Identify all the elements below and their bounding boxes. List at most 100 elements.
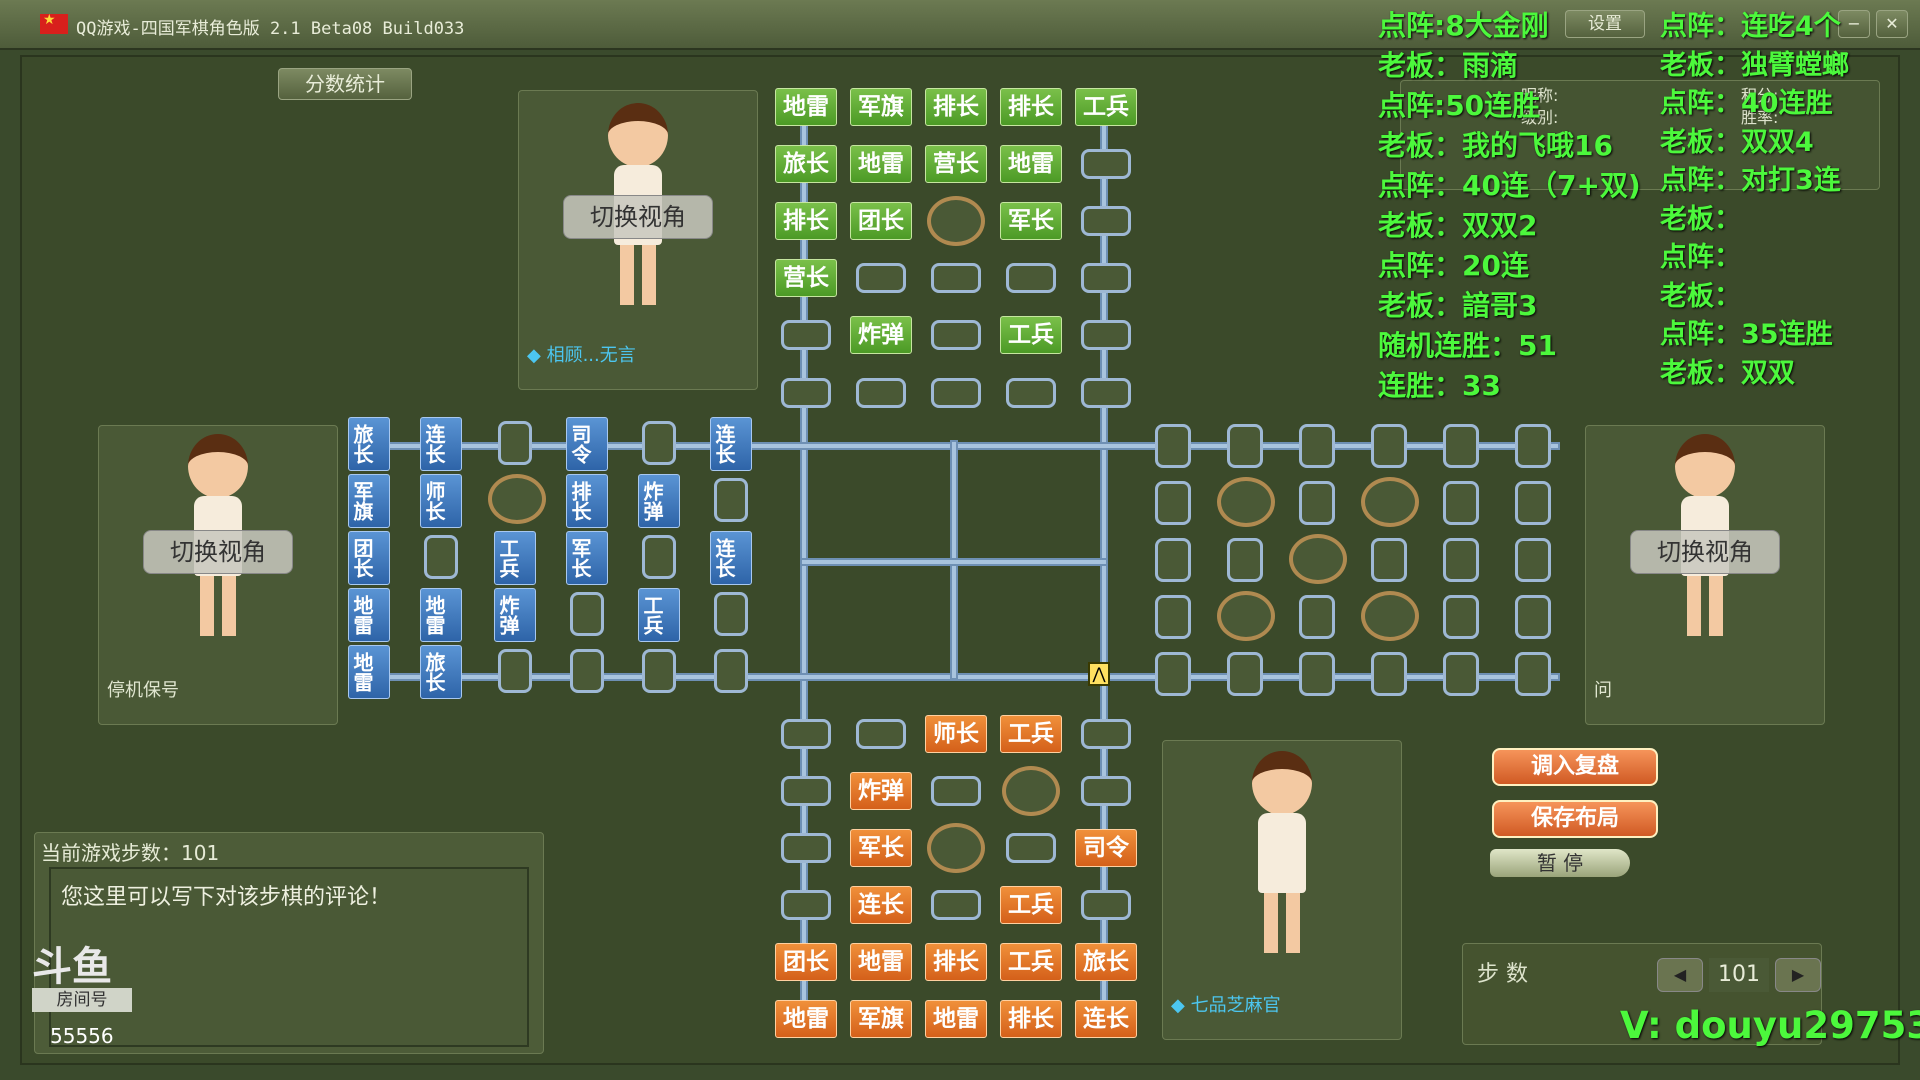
board-slot[interactable]: [781, 776, 831, 806]
score-stats-tab[interactable]: 分数统计: [278, 68, 412, 100]
piece-bottom[interactable]: 连长: [850, 886, 912, 924]
board-slot[interactable]: [1081, 719, 1131, 749]
board-slot[interactable]: [856, 263, 906, 293]
left-switch-view-button[interactable]: 切换视角: [143, 530, 293, 574]
board-slot[interactable]: [1515, 538, 1551, 582]
board-slot[interactable]: [714, 478, 748, 522]
piece-left[interactable]: 旅长: [348, 417, 390, 471]
board-slot[interactable]: [931, 263, 981, 293]
piece-bottom[interactable]: 地雷: [850, 943, 912, 981]
piece-left[interactable]: 工兵: [638, 588, 680, 642]
piece-bottom[interactable]: 地雷: [925, 1000, 987, 1038]
piece-top[interactable]: 旅长: [775, 145, 837, 183]
piece-top[interactable]: 团长: [850, 202, 912, 240]
board-slot[interactable]: [1299, 424, 1335, 468]
piece-bottom[interactable]: 连长: [1075, 1000, 1137, 1038]
top-switch-view-button[interactable]: 切换视角: [563, 195, 713, 239]
piece-left[interactable]: 旅长: [420, 645, 462, 699]
piece-left[interactable]: 师长: [420, 474, 462, 528]
piece-left[interactable]: 地雷: [348, 588, 390, 642]
piece-left[interactable]: 地雷: [420, 588, 462, 642]
piece-left[interactable]: 军旗: [348, 474, 390, 528]
board-slot[interactable]: [1299, 481, 1335, 525]
next-step-button[interactable]: ▶: [1775, 958, 1821, 992]
board-slot[interactable]: [498, 649, 532, 693]
board-slot[interactable]: [1081, 263, 1131, 293]
board-slot[interactable]: [1515, 595, 1551, 639]
piece-bottom[interactable]: 旅长: [1075, 943, 1137, 981]
piece-left[interactable]: 连长: [710, 417, 752, 471]
piece-top[interactable]: 营长: [775, 259, 837, 297]
piece-bottom[interactable]: 师长: [925, 715, 987, 753]
camp-slot[interactable]: [927, 823, 985, 873]
board-slot[interactable]: [931, 890, 981, 920]
piece-left[interactable]: 炸弹: [494, 588, 536, 642]
piece-top[interactable]: 地雷: [850, 145, 912, 183]
board-slot[interactable]: [781, 378, 831, 408]
piece-bottom[interactable]: 军长: [850, 829, 912, 867]
piece-left[interactable]: 工兵: [494, 531, 536, 585]
piece-bottom[interactable]: 团长: [775, 943, 837, 981]
board-slot[interactable]: [1155, 424, 1191, 468]
piece-bottom[interactable]: 军旗: [850, 1000, 912, 1038]
piece-bottom[interactable]: 工兵: [1000, 715, 1062, 753]
board-slot[interactable]: [1443, 595, 1479, 639]
board-slot[interactable]: [1443, 652, 1479, 696]
piece-top[interactable]: 排长: [925, 88, 987, 126]
piece-bottom[interactable]: 排长: [925, 943, 987, 981]
board-slot[interactable]: [714, 649, 748, 693]
board-slot[interactable]: [1081, 206, 1131, 236]
board-slot[interactable]: [931, 320, 981, 350]
piece-bottom[interactable]: 炸弹: [850, 772, 912, 810]
board-slot[interactable]: [1227, 652, 1263, 696]
board-slot[interactable]: [642, 649, 676, 693]
piece-top[interactable]: 地雷: [775, 88, 837, 126]
piece-bottom[interactable]: 工兵: [1000, 886, 1062, 924]
camp-slot[interactable]: [1289, 534, 1347, 584]
board-slot[interactable]: [1443, 481, 1479, 525]
piece-left[interactable]: 地雷: [348, 645, 390, 699]
settings-button[interactable]: 设置: [1565, 10, 1645, 38]
piece-left[interactable]: 连长: [420, 417, 462, 471]
board-slot[interactable]: [642, 535, 676, 579]
camp-slot[interactable]: [1361, 477, 1419, 527]
board-slot[interactable]: [856, 378, 906, 408]
board-slot[interactable]: [498, 421, 532, 465]
piece-top[interactable]: 军长: [1000, 202, 1062, 240]
board-slot[interactable]: [1081, 378, 1131, 408]
prev-step-button[interactable]: ◀: [1657, 958, 1703, 992]
board-slot[interactable]: [1227, 538, 1263, 582]
minimize-icon[interactable]: −: [1838, 10, 1870, 38]
close-icon[interactable]: ✕: [1876, 10, 1908, 38]
board-slot[interactable]: [1081, 149, 1131, 179]
load-replay-button[interactable]: 调入复盘: [1492, 748, 1658, 786]
piece-bottom[interactable]: 工兵: [1000, 943, 1062, 981]
board-slot[interactable]: [931, 776, 981, 806]
board-slot[interactable]: [1515, 424, 1551, 468]
piece-bottom[interactable]: 排长: [1000, 1000, 1062, 1038]
piece-left[interactable]: 司令: [566, 417, 608, 471]
board-slot[interactable]: [1299, 595, 1335, 639]
piece-top[interactable]: 排长: [775, 202, 837, 240]
board-slot[interactable]: [1155, 652, 1191, 696]
board-slot[interactable]: [1155, 481, 1191, 525]
piece-top[interactable]: 军旗: [850, 88, 912, 126]
board-slot[interactable]: [1081, 890, 1131, 920]
camp-slot[interactable]: [1361, 591, 1419, 641]
piece-top[interactable]: 地雷: [1000, 145, 1062, 183]
piece-left[interactable]: 连长: [710, 531, 752, 585]
piece-left[interactable]: 排长: [566, 474, 608, 528]
piece-left[interactable]: 团长: [348, 531, 390, 585]
piece-bottom[interactable]: 司令: [1075, 829, 1137, 867]
piece-top[interactable]: 营长: [925, 145, 987, 183]
board-slot[interactable]: [1371, 652, 1407, 696]
board-slot[interactable]: [642, 421, 676, 465]
piece-bottom[interactable]: 地雷: [775, 1000, 837, 1038]
camp-slot[interactable]: [927, 196, 985, 246]
board-slot[interactable]: [1006, 378, 1056, 408]
piece-top[interactable]: 排长: [1000, 88, 1062, 126]
camp-slot[interactable]: [1002, 766, 1060, 816]
board-slot[interactable]: [781, 320, 831, 350]
board-slot[interactable]: [1227, 424, 1263, 468]
board-slot[interactable]: [570, 592, 604, 636]
